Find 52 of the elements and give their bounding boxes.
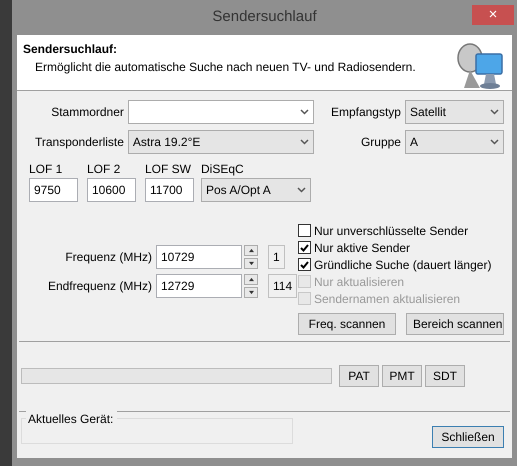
window-title: Sendersuchlauf bbox=[212, 8, 317, 26]
down-arrow-icon bbox=[248, 290, 254, 295]
down-arrow-icon bbox=[248, 261, 254, 266]
text-field[interactable]: 10600 bbox=[87, 178, 136, 202]
diseqc-dropdown[interactable]: Pos A/Opt A bbox=[201, 178, 311, 202]
checkbox[interactable] bbox=[298, 258, 311, 271]
caret-icon bbox=[300, 139, 309, 145]
header-description: Ermöglicht die automatische Suche nach neuen TV- und Radiosendern. bbox=[35, 60, 416, 74]
number-field[interactable]: 10729 bbox=[156, 245, 242, 269]
up-arrow-icon bbox=[248, 277, 254, 282]
receive-type-dropdown[interactable]: Satellit bbox=[404, 100, 504, 124]
field-label: LOF 1 bbox=[29, 161, 64, 178]
spin-up-button[interactable] bbox=[244, 274, 258, 285]
index-readout: 1 bbox=[268, 245, 285, 269]
text-field[interactable]: 9750 bbox=[29, 178, 78, 202]
caret-icon bbox=[297, 187, 306, 193]
index-readout: 114 bbox=[268, 274, 298, 298]
field-label: Endfrequenz (MHz) bbox=[48, 279, 152, 293]
checkbox-label: Sendernamen aktualisieren bbox=[314, 290, 460, 308]
table-button[interactable]: PMT bbox=[382, 365, 422, 387]
checkbox-label: Nur unverschlüsselte Sender bbox=[314, 222, 468, 240]
up-arrow-icon bbox=[248, 248, 254, 253]
header-title: Sendersuchlauf: bbox=[23, 41, 118, 58]
table-button[interactable]: SDT bbox=[425, 365, 465, 387]
checkbox-label: Nur aktualisieren bbox=[314, 274, 404, 290]
table-button[interactable]: PAT bbox=[339, 365, 379, 387]
text-field[interactable]: 11700 bbox=[145, 178, 194, 202]
group-dropdown[interactable]: A bbox=[404, 130, 504, 154]
field-label: Transponderliste bbox=[34, 135, 124, 149]
scan-button[interactable]: Freq. scannen bbox=[298, 313, 396, 335]
checkbox-label: Gründliche Suche (dauert länger) bbox=[314, 256, 492, 274]
checkbox[interactable] bbox=[298, 224, 311, 237]
checkbox[interactable] bbox=[298, 241, 311, 254]
caret-icon bbox=[300, 109, 309, 115]
checkbox-label: Nur aktive Sender bbox=[314, 240, 410, 256]
spin-down-button[interactable] bbox=[244, 287, 258, 298]
field-label: Stammordner bbox=[51, 105, 124, 119]
field-label: LOF SW bbox=[145, 161, 192, 178]
field-label: LOF 2 bbox=[87, 161, 122, 178]
close-dialog-button[interactable]: Schließen bbox=[432, 426, 504, 448]
number-field[interactable]: 12729 bbox=[156, 274, 242, 298]
caret-icon bbox=[490, 139, 499, 145]
scan-button[interactable]: Bereich scannen bbox=[406, 313, 504, 335]
field-label: Frequenz (MHz) bbox=[65, 250, 152, 264]
transponder-dropdown[interactable]: Astra 19.2°E bbox=[128, 130, 314, 154]
spin-down-button[interactable] bbox=[244, 258, 258, 269]
field-label: Gruppe bbox=[360, 135, 401, 149]
close-button[interactable]: × bbox=[472, 5, 514, 25]
field-label: DiSEqC bbox=[201, 161, 245, 178]
spin-up-button[interactable] bbox=[244, 245, 258, 256]
caret-icon bbox=[490, 109, 499, 115]
field-label: Empfangstyp bbox=[330, 105, 401, 119]
